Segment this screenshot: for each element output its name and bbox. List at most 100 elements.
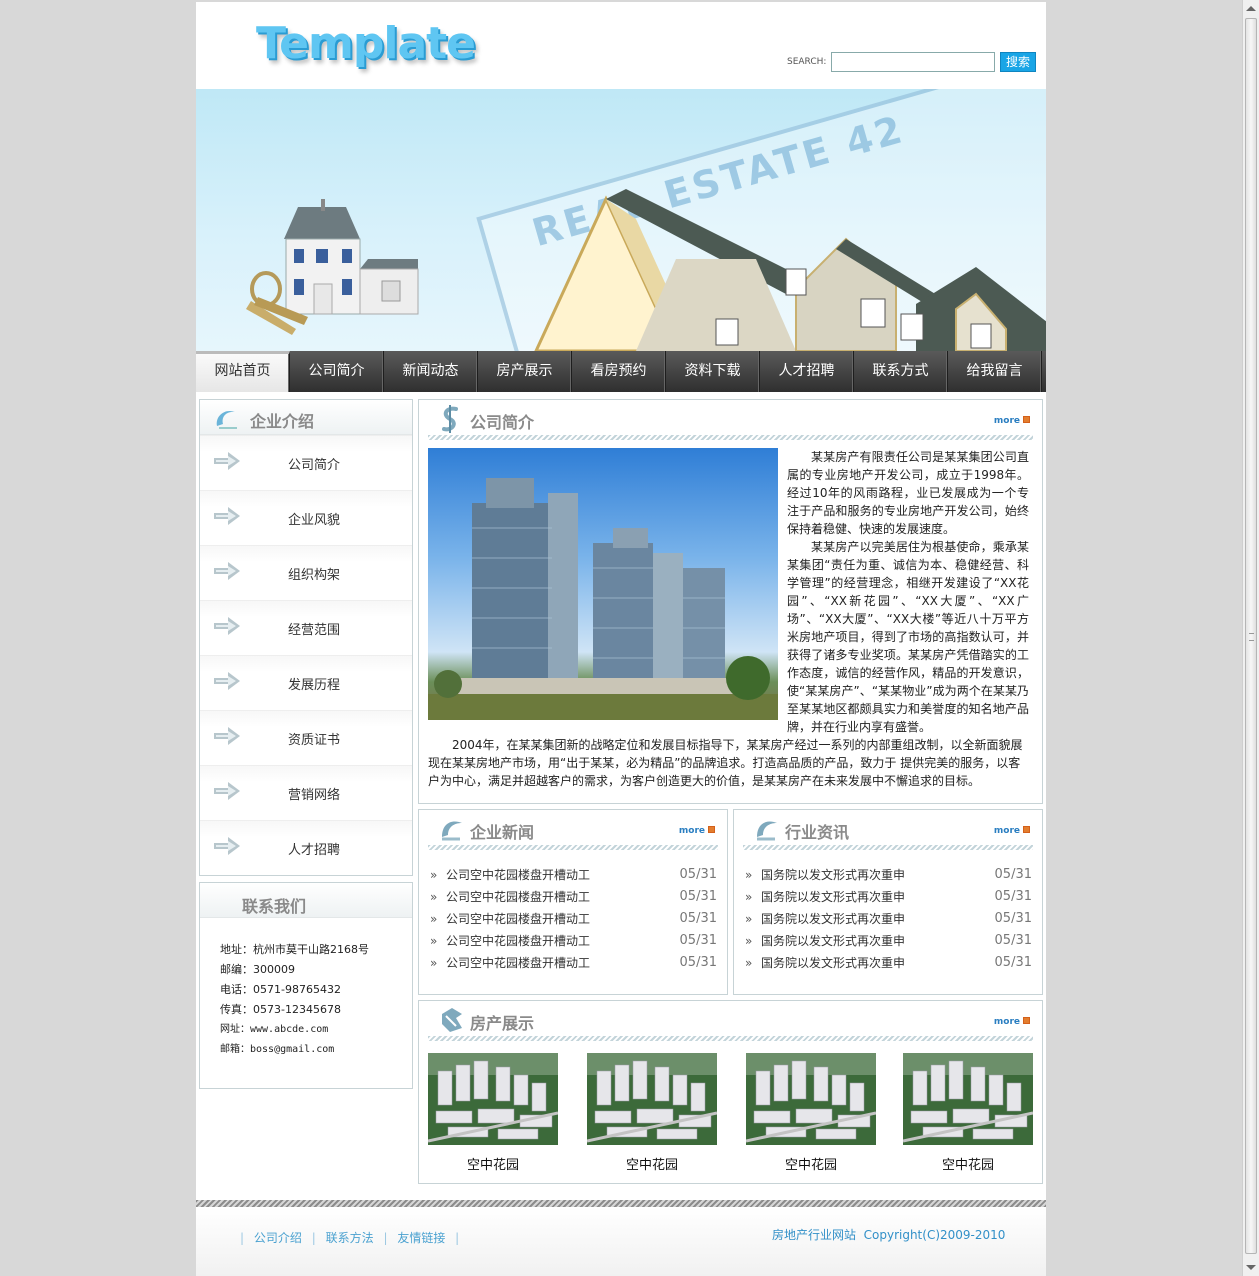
property-card[interactable]: 空中花园: [903, 1053, 1033, 1173]
contact-title: 联系我们: [242, 897, 307, 916]
arrow-right-icon: [214, 452, 240, 470]
news-item[interactable]: » 公司空中花园楼盘开槽动工 05/31: [430, 930, 717, 952]
copyright: 房地产行业网站 Copyright(C)2009-2010: [772, 1228, 1006, 1242]
sidebar-menu-label: 经营范围: [288, 623, 341, 638]
search-button[interactable]: 搜索: [1000, 52, 1036, 72]
arrow-right-icon: [214, 837, 240, 855]
dollar-swirl-icon: [442, 405, 458, 433]
news-headline[interactable]: 国务院以发文形式再次重申: [761, 930, 905, 952]
footer-link-friends[interactable]: 友情链接: [397, 1231, 445, 1245]
company-menu-box: 企业介绍 公司简介 企业风貌 组织构架经营范围发展历程 资质证书 营销网络 人才招聘: [199, 399, 413, 876]
double-chevron-icon: »: [430, 934, 438, 948]
arrow-right-icon: [214, 507, 240, 525]
banner-image: REAL ESTATE 42: [196, 89, 1046, 351]
news-item[interactable]: » 公司空中花园楼盘开槽动工 05/31: [430, 886, 717, 908]
property-name[interactable]: 空中花园: [903, 1154, 1033, 1173]
news-date: 05/31: [994, 933, 1032, 948]
nav-news[interactable]: 新闻动态: [384, 351, 478, 392]
news-date: 05/31: [679, 889, 717, 904]
property-card[interactable]: 空中花园: [746, 1053, 876, 1173]
nav-properties[interactable]: 房产展示: [478, 351, 572, 392]
sidebar-menu-item[interactable]: 企业风貌: [200, 490, 412, 545]
property-title: 房产展示: [470, 1014, 535, 1033]
footer-divider: [196, 1200, 1046, 1207]
double-chevron-icon: »: [430, 868, 438, 882]
news-headline[interactable]: 国务院以发文形式再次重申: [761, 952, 905, 974]
news-headline[interactable]: 国务院以发文形式再次重申: [761, 864, 905, 886]
news-headline[interactable]: 国务院以发文形式再次重申: [761, 886, 905, 908]
property-card[interactable]: 空中花园: [587, 1053, 717, 1173]
arrow-right-icon: [214, 727, 240, 745]
footer: | 公司介绍 | 联系方法 | 友情链接 | 房地产行业网站 Copyright…: [196, 1207, 1046, 1276]
nav-guestbook[interactable]: 给我留言: [948, 351, 1042, 392]
company-news-more-link[interactable]: more: [679, 826, 715, 836]
intro-header: 公司简介 more: [419, 400, 1042, 440]
industry-news-section: 行业资讯 more » 国务院以发文形式再次重申 05/31 » 国务院以发文形式再次重…: [733, 809, 1043, 995]
sidebar-menu-item[interactable]: 人才招聘: [200, 820, 412, 875]
sidebar-menu-item[interactable]: 经营范围: [200, 600, 412, 655]
nav-home[interactable]: 网站首页: [196, 351, 290, 392]
intro-more-link[interactable]: more: [994, 416, 1030, 426]
nav-viewing-booking[interactable]: 看房预约: [572, 351, 666, 392]
sidebar-menu-item[interactable]: 组织构架: [200, 545, 412, 600]
footer-link-contact[interactable]: 联系方法: [326, 1231, 374, 1245]
double-chevron-icon: »: [745, 956, 753, 970]
property-photo[interactable]: [746, 1053, 876, 1145]
nav-downloads[interactable]: 资料下载: [666, 351, 760, 392]
sidebar-menu-item[interactable]: 公司简介: [200, 435, 412, 490]
arrow-right-icon: [214, 782, 240, 800]
news-item[interactable]: » 公司空中花园楼盘开槽动工 05/31: [430, 864, 717, 886]
news-headline[interactable]: 公司空中花园楼盘开槽动工: [446, 886, 590, 908]
double-chevron-icon: »: [745, 868, 753, 882]
swirl-icon: [757, 821, 777, 841]
property-photo[interactable]: [428, 1053, 558, 1145]
company-intro-section: 公司简介 more 某某房产有限责任公司是某某集团公司直属的专业房地产开发公司，…: [418, 399, 1043, 804]
news-item[interactable]: » 国务院以发文形式再次重申 05/31: [745, 930, 1032, 952]
double-chevron-icon: »: [745, 934, 753, 948]
news-headline[interactable]: 公司空中花园楼盘开槽动工: [446, 952, 590, 974]
nav-careers[interactable]: 人才招聘: [760, 351, 854, 392]
property-name[interactable]: 空中花园: [746, 1154, 876, 1173]
company-news-list: » 公司空中花园楼盘开槽动工 05/31 » 公司空中花园楼盘开槽动工 05/31 » 公司空…: [430, 864, 717, 974]
scroll-up-arrow-icon[interactable]: [1246, 6, 1256, 11]
contact-info: 地址：杭州市莫干山路2168号 邮编：300009 电话：0571-987654…: [200, 918, 412, 1060]
news-item[interactable]: » 国务院以发文形式再次重申 05/31: [745, 864, 1032, 886]
company-news-section: 企业新闻 more » 公司空中花园楼盘开槽动工 05/31 » 公司空中花园楼盘开槽动…: [418, 809, 728, 995]
intro-paragraph-1: 某某房产有限责任公司是某某集团公司直属的专业房地产开发公司，成立于1998年。经…: [787, 450, 1029, 536]
industry-news-more-link[interactable]: more: [994, 826, 1030, 836]
swirl-icon: [442, 821, 462, 841]
nav-about[interactable]: 公司简介: [290, 351, 384, 392]
news-headline[interactable]: 国务院以发文形式再次重申: [761, 908, 905, 930]
double-chevron-icon: »: [745, 912, 753, 926]
search-input[interactable]: [831, 52, 995, 72]
property-photo[interactable]: [587, 1053, 717, 1145]
sidebar-menu-item[interactable]: 资质证书: [200, 710, 412, 765]
contact-fax: 传真：0573-12345678: [220, 1003, 341, 1016]
news-item[interactable]: » 公司空中花园楼盘开槽动工 05/31: [430, 952, 717, 974]
scroll-thumb[interactable]: [1245, 18, 1257, 1254]
vertical-scrollbar[interactable]: [1242, 0, 1259, 1276]
nav-contact[interactable]: 联系方式: [854, 351, 948, 392]
property-more-link[interactable]: more: [994, 1017, 1030, 1027]
news-headline[interactable]: 公司空中花园楼盘开槽动工: [446, 930, 590, 952]
double-chevron-icon: »: [745, 890, 753, 904]
news-item[interactable]: » 国务院以发文形式再次重申 05/31: [745, 908, 1032, 930]
left-sidebar: 企业介绍 公司简介 企业风貌 组织构架经营范围发展历程 资质证书 营销网络 人才招聘 联系…: [199, 399, 413, 1089]
property-photo[interactable]: [903, 1053, 1033, 1145]
search-label: SEARCH:: [787, 57, 827, 67]
footer-link-about[interactable]: 公司介绍: [254, 1231, 302, 1245]
news-headline[interactable]: 公司空中花园楼盘开槽动工: [446, 864, 590, 886]
news-item[interactable]: » 国务院以发文形式再次重申 05/31: [745, 886, 1032, 908]
news-item[interactable]: » 公司空中花园楼盘开槽动工 05/31: [430, 908, 717, 930]
property-name[interactable]: 空中花园: [587, 1154, 717, 1173]
news-item[interactable]: » 国务院以发文形式再次重申 05/31: [745, 952, 1032, 974]
site-logo[interactable]: Template: [256, 18, 476, 69]
property-card[interactable]: 空中花园: [428, 1053, 558, 1173]
sidebar-menu-item[interactable]: 营销网络: [200, 765, 412, 820]
news-headline[interactable]: 公司空中花园楼盘开槽动工: [446, 908, 590, 930]
scroll-down-arrow-icon[interactable]: [1246, 1265, 1256, 1270]
company-menu-title: 企业介绍: [250, 412, 315, 431]
sidebar-menu-item[interactable]: 发展历程: [200, 655, 412, 710]
contact-postcode: 邮编：300009: [220, 963, 295, 976]
property-name[interactable]: 空中花园: [428, 1154, 558, 1173]
